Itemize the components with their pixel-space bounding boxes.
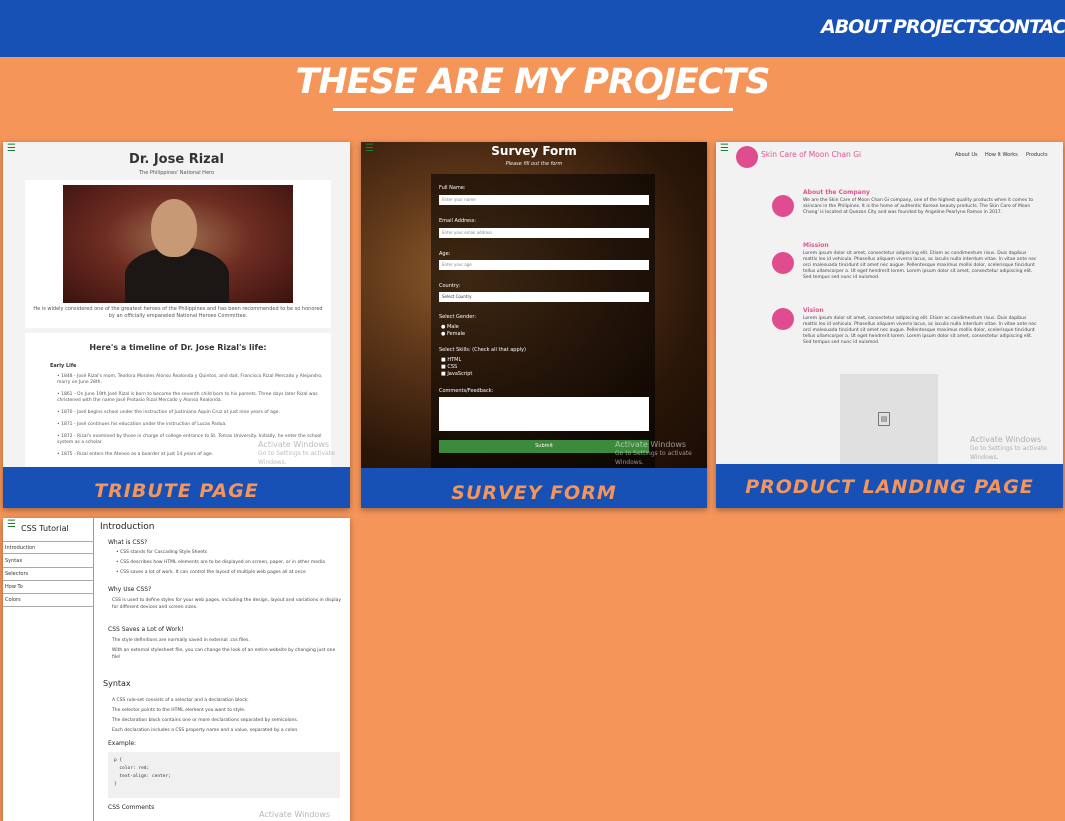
feature-text: We are the Skin Care of Moon Chan Gi com… <box>803 198 1034 215</box>
email-label: Email Address: <box>439 218 477 224</box>
target-icon <box>772 308 794 330</box>
skill-option: ■ HTML <box>441 357 462 363</box>
tribute-subtitle: The Philippines' National Hero <box>138 170 215 176</box>
what-item: • CSS stands for Cascading Style Sheets <box>116 550 208 555</box>
syntax-line: A CSS rule-set consists of a selector an… <box>112 698 249 703</box>
nav-link-projects[interactable]: Projects <box>893 16 991 38</box>
sidebar-link: Colors <box>3 594 94 607</box>
email-input: Enter your email address <box>439 228 649 238</box>
heading-underline <box>333 108 733 111</box>
comments-label: Comments/Feedback: <box>439 388 494 394</box>
saves-text: With an external stylesheet file, you ca… <box>112 648 336 660</box>
feature-title: Vision <box>803 307 824 314</box>
example-code: p { color: red; text-align: center; } <box>108 752 340 798</box>
activate-windows-watermark: Activate Windows <box>259 810 331 819</box>
tribute-preview: ☰ Dr. Jose Rizal The Philippines' Nation… <box>3 142 350 467</box>
timeline-item: 1871 - José continues his education unde… <box>57 422 327 428</box>
sidebar-title: CSS Tutorial <box>21 524 69 533</box>
tribute-caption: He is widely considered one of the great… <box>33 306 323 319</box>
timeline-title: Here's a timeline of Dr. Jose Rizal's li… <box>89 343 267 352</box>
feature-text: Lorem ipsum dolor sit amet, consectetur … <box>803 316 1037 345</box>
sidebar-link: Syntax <box>3 555 94 568</box>
nav-link-contact[interactable]: Contact <box>986 16 1065 38</box>
tribute-photo-box: He is widely considered one of the great… <box>25 180 331 328</box>
survey-preview: ☰ Survey Form Please fill out the form F… <box>361 142 707 468</box>
syntax-line: Each declaration includes a CSS property… <box>112 728 299 733</box>
brand-logo-icon <box>736 146 758 168</box>
saves-title: CSS Saves a Lot of Work! <box>108 626 184 633</box>
video-placeholder: ▤ <box>840 374 938 464</box>
sidebar-link: Selectors <box>3 568 94 581</box>
syntax-line: The declaration block contains one or mo… <box>112 718 299 723</box>
age-input: Enter your age <box>439 260 649 270</box>
tribute-name: Dr. Jose Rizal <box>129 152 224 167</box>
what-item: • CSS saves a lot of work. It can contro… <box>116 570 306 575</box>
sidebar-link: Introduction <box>3 541 94 554</box>
gender-option: ● Male <box>441 324 459 330</box>
project-label-product: Product Landing Page <box>745 476 1034 498</box>
timeline-item: 1861 - On June 19th José Rizal is born t… <box>57 392 327 404</box>
activate-windows-watermark: Activate Windows Go to Settings to activ… <box>970 435 1047 461</box>
project-card-survey[interactable]: ☰ Survey Form Please fill out the form F… <box>361 142 707 508</box>
feature-title: Mission <box>803 242 829 249</box>
skill-option: ■ CSS <box>441 364 458 370</box>
age-label: Age: <box>439 251 451 257</box>
full-name-input: Enter your name <box>439 195 649 205</box>
intro-title: Introduction <box>100 522 155 532</box>
file-icon: ▤ <box>878 412 890 426</box>
company-icon <box>772 195 794 217</box>
css-tutorial-preview: ☰ CSS Tutorial Introduction Syntax Selec… <box>3 518 350 821</box>
timeline-item: 1870 - José begins school under the inst… <box>57 410 327 416</box>
nav-link-about[interactable]: About <box>821 16 891 38</box>
product-brand: Skin Care of Moon Chan Gi <box>761 150 862 159</box>
country-select: Select Country <box>439 292 649 302</box>
skill-option: ■ JavaScript <box>441 371 473 377</box>
country-label: Country: <box>439 283 461 289</box>
product-preview: ☰ Skin Care of Moon Chan Gi About Us How… <box>716 142 1063 464</box>
saves-text: The style definitions are normally saved… <box>112 638 250 643</box>
what-item: • CSS describes how HTML elements are to… <box>116 560 325 565</box>
product-nav-link: Products <box>1026 152 1048 158</box>
feature-title: About the Company <box>803 189 870 196</box>
survey-title: Survey Form <box>491 144 577 158</box>
comments-textarea <box>439 397 649 431</box>
timeline-item: 1848 - José Rizal's mom, Teodora Morales… <box>57 374 327 386</box>
skills-label: Select Skills: (Check all that apply) <box>439 347 526 353</box>
syntax-line: The selector points to the HTML element … <box>112 708 246 713</box>
syntax-title: Syntax <box>103 679 131 688</box>
projects-heading: These are my projects <box>295 62 771 102</box>
why-text: CSS is used to define styles for your we… <box>112 598 342 610</box>
project-card-css-tutorial[interactable]: ☰ CSS Tutorial Introduction Syntax Selec… <box>3 518 350 821</box>
full-name-label: Full Name: <box>439 185 466 191</box>
navbar: About Projects Contact <box>0 0 1065 57</box>
why-title: Why Use CSS? <box>108 586 152 593</box>
survey-description: Please fill out the form <box>505 161 563 167</box>
what-title: What is CSS? <box>108 539 148 546</box>
comments-title: CSS Comments <box>108 804 155 811</box>
activate-windows-watermark: Activate Windows Go to Settings to activ… <box>258 440 335 466</box>
tutorial-sidebar: CSS Tutorial Introduction Syntax Selecto… <box>3 518 94 821</box>
feature-text: Lorem ipsum dolor sit amet, consectetur … <box>803 251 1037 280</box>
project-card-product[interactable]: ☰ Skin Care of Moon Chan Gi About Us How… <box>716 142 1063 508</box>
gender-label: Select Gender: <box>439 314 477 320</box>
hamburger-icon: ☰ <box>720 143 729 154</box>
timeline-section: Early Life <box>50 363 77 369</box>
project-label-survey: Survey Form <box>451 482 617 504</box>
rizal-portrait <box>63 185 293 303</box>
sidebar-link: How To <box>3 581 94 594</box>
binoculars-icon <box>772 252 794 274</box>
project-card-tribute[interactable]: ☰ Dr. Jose Rizal The Philippines' Nation… <box>3 142 350 508</box>
product-nav-link: About Us <box>955 152 978 158</box>
activate-windows-watermark: Activate Windows Go to Settings to activ… <box>615 440 692 466</box>
example-title: Example: <box>108 740 137 747</box>
project-label-tribute: Tribute Page <box>94 480 259 502</box>
product-nav-link: How It Works <box>985 152 1018 158</box>
gender-option: ● Female <box>441 331 466 337</box>
